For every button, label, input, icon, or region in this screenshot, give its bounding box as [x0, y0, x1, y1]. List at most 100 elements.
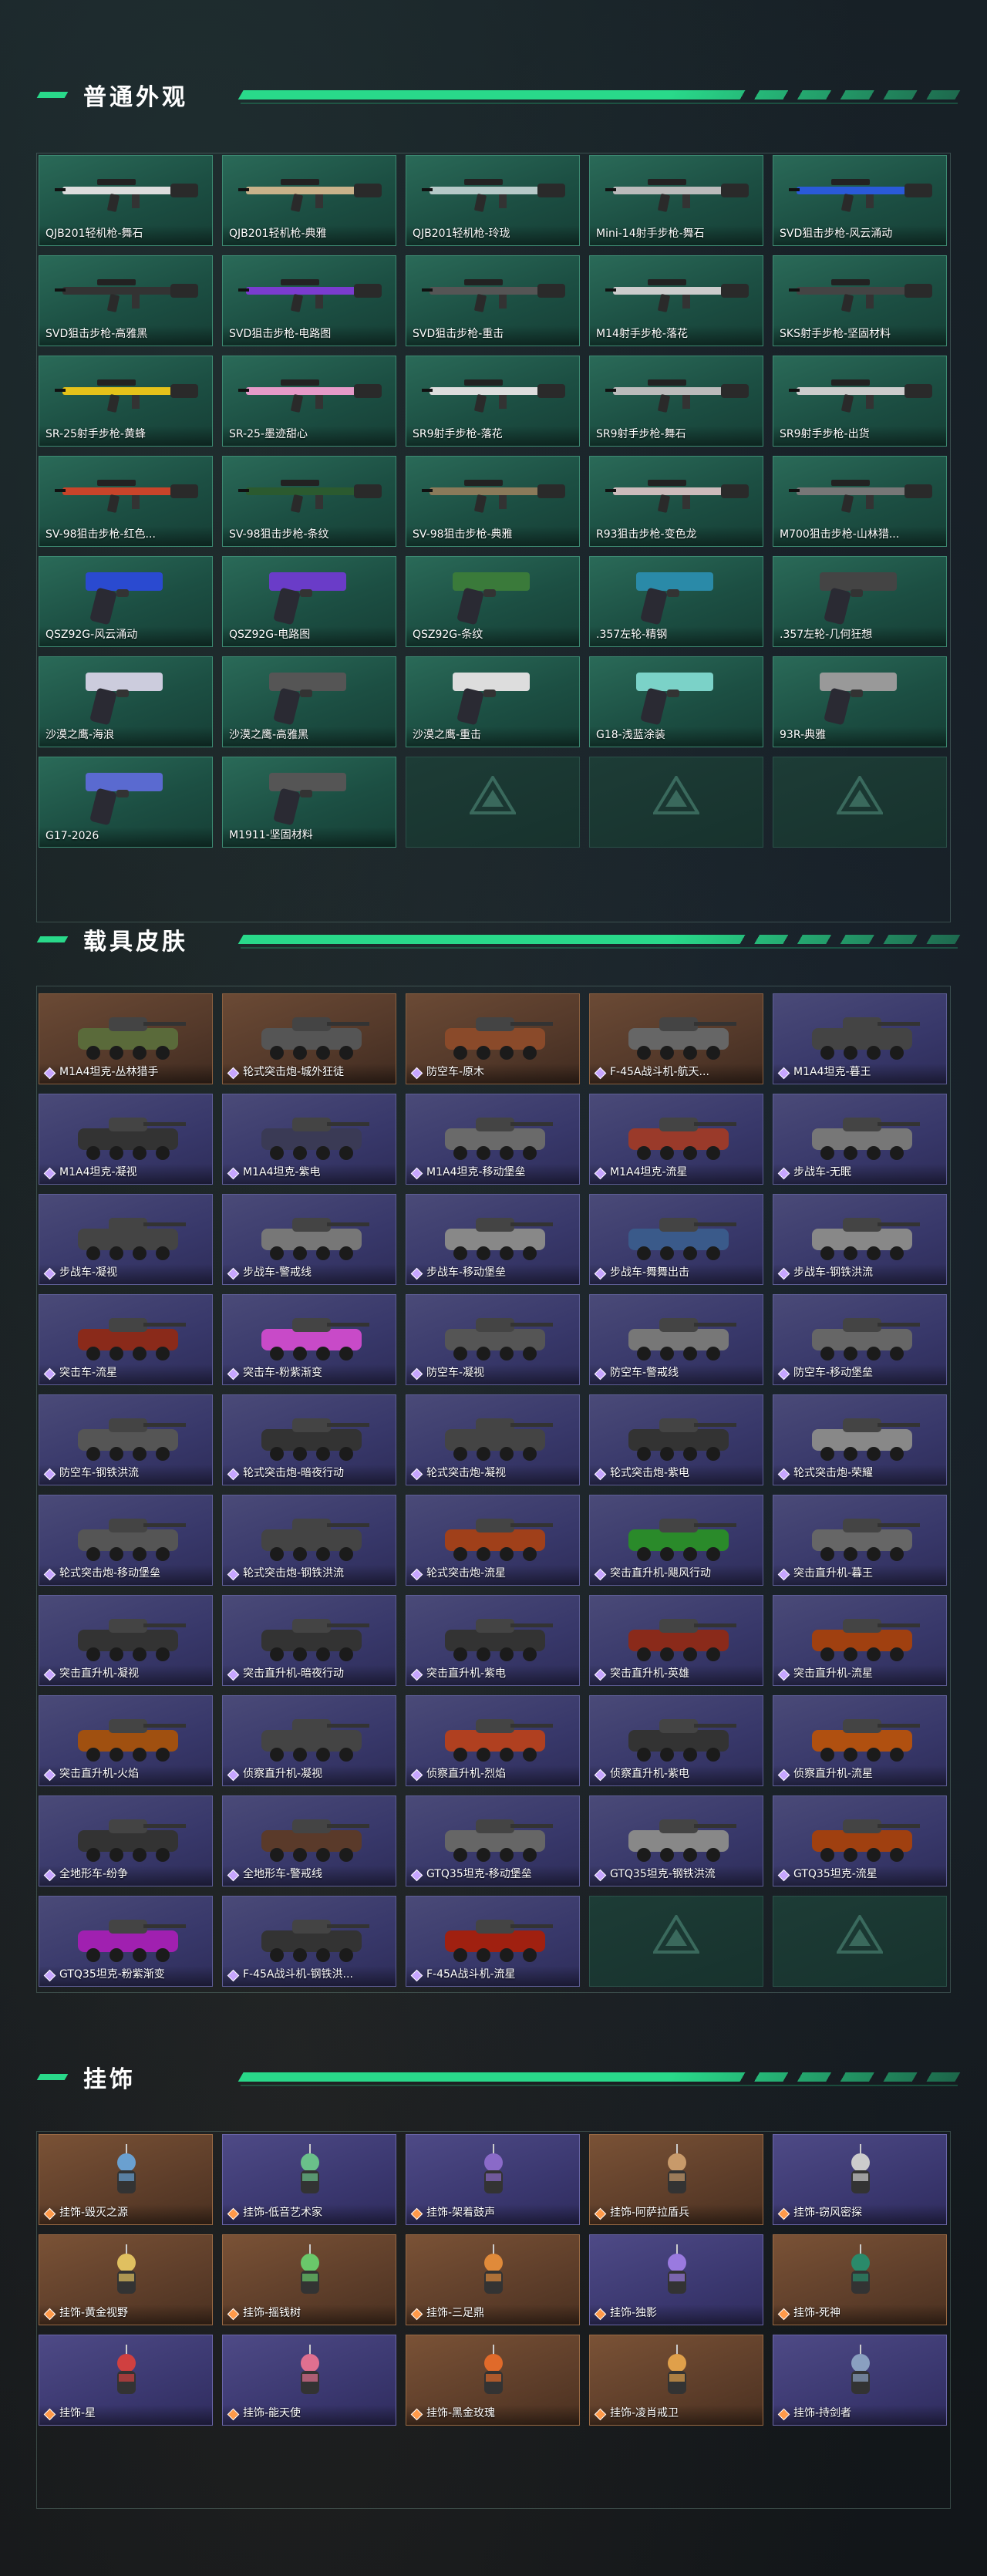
vehicle-skin-card[interactable]: 轮式突击炮-城外狂徒: [222, 993, 396, 1084]
pendant-skin-card[interactable]: 挂饰-星: [39, 2335, 213, 2426]
weapon-skin-card[interactable]: SVD狙击步枪-高雅黑: [39, 255, 213, 346]
weapon-skin-card[interactable]: QSZ92G-风云涌动: [39, 556, 213, 647]
vehicle-skin-card[interactable]: 突击直升机-英雄: [589, 1595, 763, 1686]
weapon-skin-card[interactable]: SR-25射手步枪-黄蜂: [39, 356, 213, 447]
vehicle-skin-card[interactable]: 步战车-钢铁洪流: [773, 1194, 947, 1285]
weapon-skin-card[interactable]: QSZ92G-条纹: [406, 556, 580, 647]
weapon-skin-card[interactable]: SR9射手步枪-舞石: [589, 356, 763, 447]
pendant-skin-card[interactable]: 挂饰-三足鼎: [406, 2234, 580, 2325]
vehicle-skin-card[interactable]: F-45A战斗机-航天...: [589, 993, 763, 1084]
weapon-skin-card[interactable]: G18-浅蓝涂装: [589, 656, 763, 747]
vehicle-skin-card[interactable]: 步战车-无眠: [773, 1094, 947, 1185]
vehicle-skin-card[interactable]: 防空车-凝视: [406, 1294, 580, 1385]
vehicle-skin-card[interactable]: 防空车-钢铁洪流: [39, 1394, 213, 1485]
vehicle-skin-card[interactable]: 侦察直升机-凝视: [222, 1695, 396, 1786]
weapon-skin-card[interactable]: 沙漠之鹰-海浪: [39, 656, 213, 747]
vehicle-skin-card[interactable]: 侦察直升机-烈焰: [406, 1695, 580, 1786]
vehicle-skin-card[interactable]: 突击直升机-紫电: [406, 1595, 580, 1686]
weapon-skin-card[interactable]: SVD狙击步枪-风云涌动: [773, 155, 947, 246]
weapon-skin-card[interactable]: SV-98狙击步枪-红色...: [39, 456, 213, 547]
vehicle-skin-card[interactable]: 全地形车-纷争: [39, 1795, 213, 1886]
pendant-skin-card[interactable]: 挂饰-窃风密探: [773, 2134, 947, 2225]
vehicle-skin-card[interactable]: 防空车-原木: [406, 993, 580, 1084]
weapon-skin-card[interactable]: R93狙击步枪-变色龙: [589, 456, 763, 547]
vehicle-skin-card[interactable]: 轮式突击炮-紫电: [589, 1394, 763, 1485]
vehicle-skin-card[interactable]: 突击直升机-流星: [773, 1595, 947, 1686]
vehicle-skin-card[interactable]: 突击直升机-暮王: [773, 1495, 947, 1586]
vehicle-skin-card[interactable]: 全地形车-警戒线: [222, 1795, 396, 1886]
pendant-skin-card[interactable]: 挂饰-持剑者: [773, 2335, 947, 2426]
vehicle-skin-card[interactable]: GTQ35坦克-钢铁洪流: [589, 1795, 763, 1886]
weapon-skin-card[interactable]: G17-2026: [39, 757, 213, 848]
vehicle-skin-card[interactable]: 突击车-流星: [39, 1294, 213, 1385]
vehicle-skin-card[interactable]: 轮式突击炮-流星: [406, 1495, 580, 1586]
weapon-skin-card[interactable]: .357左轮-几何狂想: [773, 556, 947, 647]
weapon-skin-card[interactable]: 93R-典雅: [773, 656, 947, 747]
vehicle-skin-card[interactable]: 突击直升机-凝视: [39, 1595, 213, 1686]
vehicle-skin-card[interactable]: 防空车-移动堡垒: [773, 1294, 947, 1385]
vehicle-skin-card[interactable]: 轮式突击炮-荣耀: [773, 1394, 947, 1485]
vehicle-skin-card[interactable]: M1A4坦克-凝视: [39, 1094, 213, 1185]
pendant-skin-card[interactable]: 挂饰-黑金玫瑰: [406, 2335, 580, 2426]
weapon-skin-card[interactable]: M1911-坚固材料: [222, 757, 396, 848]
pendant-skin-card[interactable]: 挂饰-阿萨拉盾兵: [589, 2134, 763, 2225]
weapon-skin-card[interactable]: M14射手步枪-落花: [589, 255, 763, 346]
vehicle-skin-card[interactable]: F-45A战斗机-钢铁洪...: [222, 1896, 396, 1987]
vehicle-skin-card[interactable]: GTQ35坦克-流星: [773, 1795, 947, 1886]
vehicle-skin-card[interactable]: 突击直升机-火焰: [39, 1695, 213, 1786]
pendant-skin-card[interactable]: 挂饰-能天使: [222, 2335, 396, 2426]
weapon-skin-card[interactable]: Mini-14射手步枪-舞石: [589, 155, 763, 246]
vehicle-skin-card[interactable]: 轮式突击炮-钢铁洪流: [222, 1495, 396, 1586]
pendant-skin-card[interactable]: 挂饰-摇钱树: [222, 2234, 396, 2325]
vehicle-skin-card[interactable]: GTQ35坦克-粉紫渐变: [39, 1896, 213, 1987]
weapon-skin-card[interactable]: QJB201轻机枪-舞石: [39, 155, 213, 246]
weapon-skin-card[interactable]: .357左轮-精钢: [589, 556, 763, 647]
vehicle-skin-card[interactable]: 突击直升机-暗夜行动: [222, 1595, 396, 1686]
pendant-skin-card[interactable]: 挂饰-凌肖戒卫: [589, 2335, 763, 2426]
vehicle-skin-card[interactable]: M1A4坦克-暮王: [773, 993, 947, 1084]
weapon-skin-card[interactable]: SR-25-墨迹甜心: [222, 356, 396, 447]
weapon-skin-card[interactable]: 沙漠之鹰-重击: [406, 656, 580, 747]
weapon-skin-card[interactable]: SKS射手步枪-坚固材料: [773, 255, 947, 346]
vehicle-skin-card[interactable]: 轮式突击炮-移动堡垒: [39, 1495, 213, 1586]
vehicle-skin-card[interactable]: 突击直升机-飓风行动: [589, 1495, 763, 1586]
pendant-skin-card[interactable]: 挂饰-独影: [589, 2234, 763, 2325]
vehicle-skin-card[interactable]: 侦察直升机-流星: [773, 1695, 947, 1786]
skin-label: 步战车-舞舞出击: [610, 1266, 690, 1279]
vehicle-skin-card[interactable]: 轮式突击炮-暗夜行动: [222, 1394, 396, 1485]
vehicle-skin-card[interactable]: 步战车-警戒线: [222, 1194, 396, 1285]
empty-slot: [406, 757, 580, 848]
vehicle-skin-card[interactable]: 侦察直升机-紫电: [589, 1695, 763, 1786]
vehicle-skin-card[interactable]: 突击车-粉紫渐变: [222, 1294, 396, 1385]
vehicle-skin-card[interactable]: M1A4坦克-丛林猎手: [39, 993, 213, 1084]
pendant-skin-card[interactable]: 挂饰-毁灭之源: [39, 2134, 213, 2225]
weapon-skin-card[interactable]: QJB201轻机枪-典雅: [222, 155, 396, 246]
vehicle-skin-card[interactable]: 轮式突击炮-凝视: [406, 1394, 580, 1485]
weapon-skin-card[interactable]: QJB201轻机枪-玲珑: [406, 155, 580, 246]
weapon-skin-card[interactable]: SVD狙击步枪-重击: [406, 255, 580, 346]
pendant-skin-card[interactable]: 挂饰-低音艺术家: [222, 2134, 396, 2225]
weapon-skin-card[interactable]: M700狙击步枪-山林猎...: [773, 456, 947, 547]
vehicle-skin-card[interactable]: 防空车-警戒线: [589, 1294, 763, 1385]
weapon-skin-card[interactable]: SVD狙击步枪-电路图: [222, 255, 396, 346]
weapon-skin-card[interactable]: QSZ92G-电路图: [222, 556, 396, 647]
pendant-skin-card[interactable]: 挂饰-死神: [773, 2234, 947, 2325]
skin-label: M1A4坦克-移动堡垒: [426, 1166, 526, 1178]
vehicle-skin-card[interactable]: 步战车-凝视: [39, 1194, 213, 1285]
vehicle-skin-card[interactable]: 步战车-舞舞出击: [589, 1194, 763, 1285]
empty-slot: [773, 1896, 947, 1987]
vehicle-skin-card[interactable]: M1A4坦克-流星: [589, 1094, 763, 1185]
vehicle-skin-card[interactable]: GTQ35坦克-移动堡垒: [406, 1795, 580, 1886]
vehicle-skin-card[interactable]: M1A4坦克-移动堡垒: [406, 1094, 580, 1185]
vehicle-skin-card[interactable]: M1A4坦克-紫电: [222, 1094, 396, 1185]
weapon-skin-card[interactable]: SR9射手步枪-落花: [406, 356, 580, 447]
pendant-skin-card[interactable]: 挂饰-架着鼓声: [406, 2134, 580, 2225]
weapon-skin-card[interactable]: SR9射手步枪-出货: [773, 356, 947, 447]
weapon-skin-card[interactable]: SV-98狙击步枪-条纹: [222, 456, 396, 547]
pendant-skin-card[interactable]: 挂饰-黄金视野: [39, 2234, 213, 2325]
weapon-skin-card[interactable]: 沙漠之鹰-高雅黑: [222, 656, 396, 747]
vehicle-skin-card[interactable]: 步战车-移动堡垒: [406, 1194, 580, 1285]
skin-label: 突击车-流星: [59, 1367, 118, 1379]
weapon-skin-card[interactable]: SV-98狙击步枪-典雅: [406, 456, 580, 547]
vehicle-skin-card[interactable]: F-45A战斗机-流星: [406, 1896, 580, 1987]
